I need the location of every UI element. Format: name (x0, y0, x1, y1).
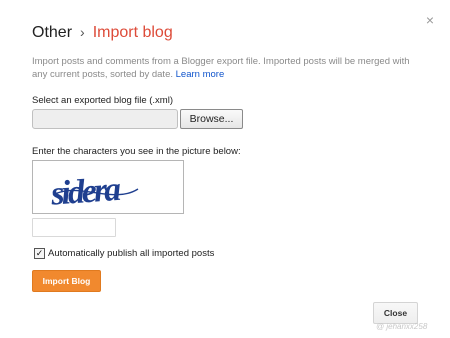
close-button[interactable]: Close (373, 302, 418, 324)
dialog-title: Other › Import blog (32, 22, 173, 43)
description-text: Import posts and comments from a Blogger… (32, 55, 422, 81)
learn-more-link[interactable]: Learn more (176, 69, 225, 80)
file-select-label: Select an exported blog file (.xml) (32, 95, 173, 106)
captcha-label: Enter the characters you see in the pict… (32, 146, 241, 157)
breadcrumb-current: Import blog (92, 24, 173, 41)
browse-button[interactable]: Browse... (180, 109, 243, 129)
file-path-field[interactable] (32, 109, 178, 129)
captcha-graphic: sidera (49, 171, 139, 213)
breadcrumb-separator-icon: › (80, 24, 85, 40)
captcha-input[interactable] (32, 218, 116, 237)
captcha-image: sidera (32, 160, 184, 214)
watermark-logo: @ jehanxx258 (376, 322, 428, 331)
import-blog-dialog: × Other › Import blog Import posts and com… (0, 0, 450, 338)
close-icon[interactable]: × (422, 12, 438, 28)
checkmark-icon: ✓ (35, 248, 44, 258)
auto-publish-label[interactable]: Automatically publish all imported posts (48, 248, 214, 260)
auto-publish-checkbox[interactable]: ✓ (34, 248, 45, 259)
import-blog-button[interactable]: Import Blog (32, 270, 101, 292)
breadcrumb-parent[interactable]: Other (32, 24, 72, 41)
